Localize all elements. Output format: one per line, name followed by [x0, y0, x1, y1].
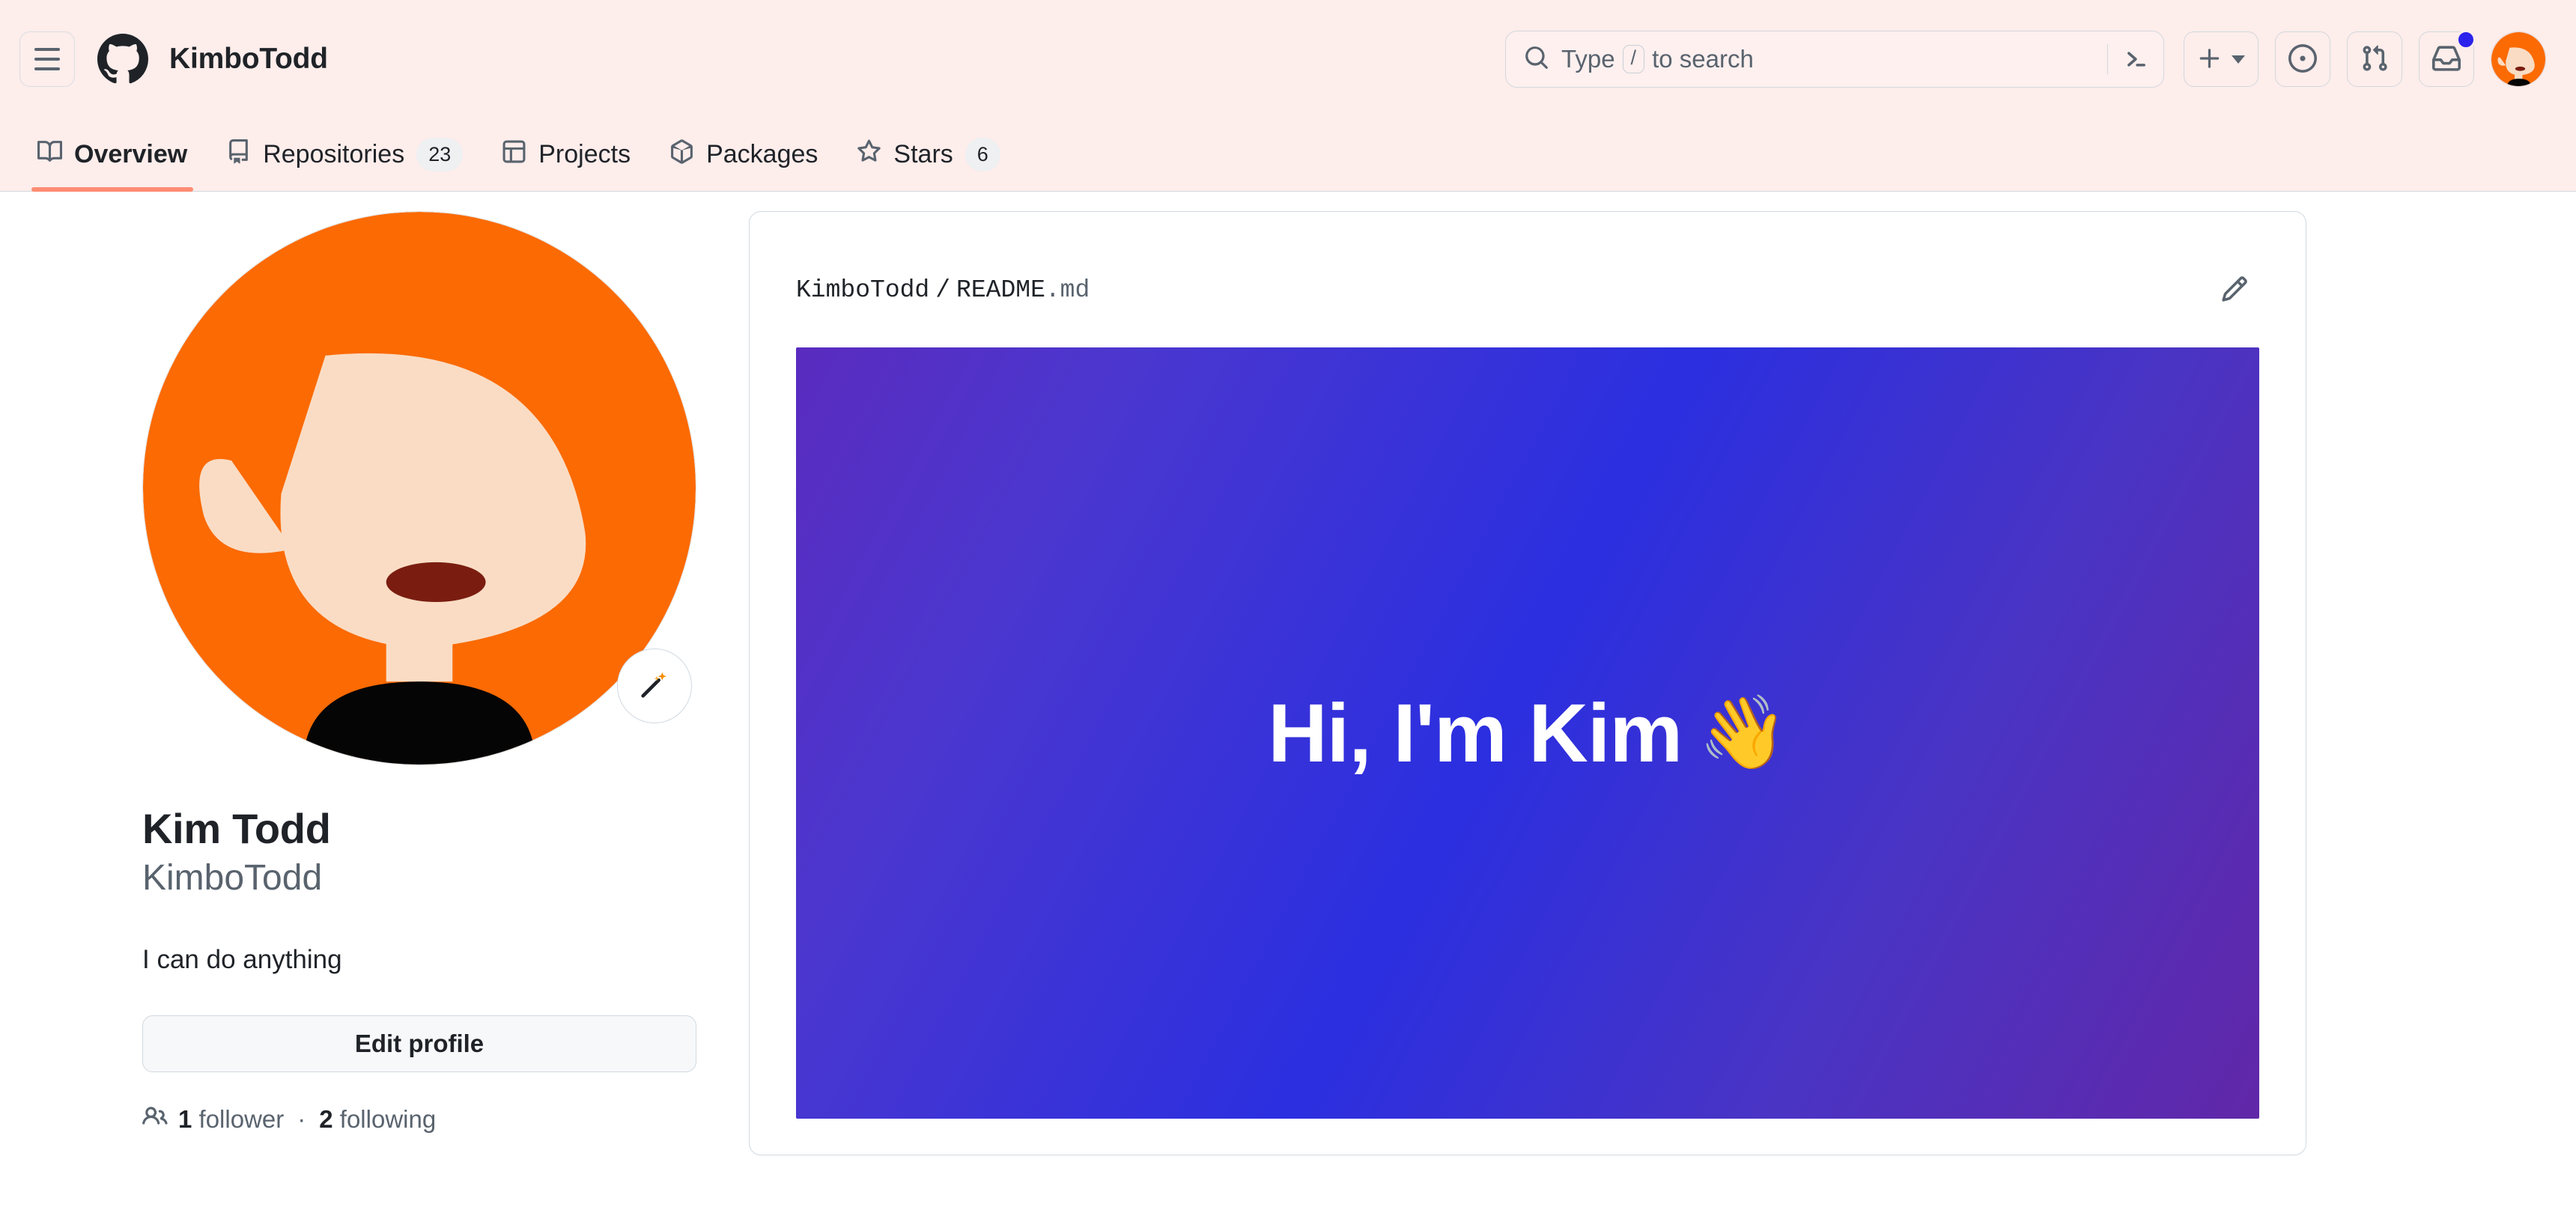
repo-icon — [226, 139, 251, 171]
profile-bio: I can do anything — [142, 945, 342, 975]
readme-extension: .md — [1045, 276, 1090, 304]
profile-login: KimboTodd — [142, 858, 323, 898]
waving-hand-icon: 👋 — [1698, 693, 1788, 773]
star-icon — [857, 139, 881, 171]
profile-sidebar: Kim Todd KimboTodd I can do anything Edi… — [0, 211, 749, 1135]
following-count: 2 — [319, 1104, 333, 1133]
tab-projects-label: Projects — [538, 140, 631, 168]
book-icon — [37, 139, 63, 171]
pencil-icon — [2220, 275, 2249, 305]
header-owner-name[interactable]: KimboTodd — [169, 43, 328, 76]
followers-separator: · — [297, 1104, 306, 1133]
issues-button[interactable] — [2275, 31, 2330, 87]
readme-owner[interactable]: KimboTodd — [796, 276, 929, 304]
tab-packages[interactable]: Packages — [650, 118, 837, 191]
search-slash-key: / — [1622, 45, 1645, 73]
tab-packages-label: Packages — [706, 140, 818, 168]
hamburger-icon-bar — [34, 58, 60, 61]
readme-hero-text: Hi, I'm Kim — [1268, 687, 1683, 779]
issue-opened-icon — [2288, 43, 2317, 75]
tab-stars-label: Stars — [893, 140, 953, 168]
plus-icon — [2197, 46, 2223, 73]
followers-link[interactable]: 1 follower — [178, 1105, 284, 1134]
profile-avatar-wrap — [142, 211, 696, 765]
git-pull-request-icon — [2360, 44, 2389, 75]
followers-count: 1 — [178, 1104, 192, 1133]
hamburger-menu-button[interactable] — [19, 31, 75, 87]
tab-overview-label: Overview — [74, 140, 188, 168]
readme-body: Hi, I'm Kim 👋 — [750, 310, 2306, 1119]
page-body: Kim Todd KimboTodd I can do anything Edi… — [0, 192, 2576, 1155]
readme-header: KimboTodd / README.md — [750, 212, 2306, 310]
profile-readme-card: KimboTodd / README.md Hi, I'm Kim 👋 — [749, 211, 2306, 1155]
tab-stars[interactable]: Stars 6 — [837, 118, 1019, 191]
people-icon — [142, 1104, 168, 1135]
package-icon — [669, 139, 694, 171]
readme-hero-banner: Hi, I'm Kim 👋 — [796, 347, 2259, 1119]
tab-repositories-count: 23 — [416, 138, 464, 171]
github-mark-icon[interactable] — [97, 34, 148, 85]
readme-filename[interactable]: README — [956, 276, 1045, 304]
following-label: following — [339, 1104, 437, 1133]
pull-requests-button[interactable] — [2347, 31, 2402, 87]
readme-edit-button[interactable] — [2216, 270, 2253, 310]
hamburger-icon-bar — [34, 67, 60, 70]
search-divider — [2107, 44, 2108, 74]
avatar-edit-badge[interactable] — [617, 648, 692, 723]
header-actions — [2184, 30, 2546, 87]
main-column: KimboTodd / README.md Hi, I'm Kim 👋 — [749, 211, 2576, 1155]
search-placeholder-suffix: to search — [1652, 45, 1754, 73]
search-placeholder-prefix: Type — [1561, 45, 1615, 73]
project-icon — [502, 139, 526, 171]
followers-following-line: 1 follower · 2 following — [142, 1104, 701, 1135]
inbox-icon — [2432, 44, 2461, 75]
user-avatar-button[interactable] — [2491, 31, 2546, 87]
notification-unread-dot — [2456, 30, 2476, 49]
tab-repositories[interactable]: Repositories 23 — [207, 118, 482, 191]
followers-label: follower — [198, 1104, 285, 1133]
tab-overview[interactable]: Overview — [18, 118, 207, 192]
readme-breadcrumb: KimboTodd / README.md — [796, 276, 1090, 304]
profile-full-name: Kim Todd — [142, 805, 331, 852]
tab-repositories-label: Repositories — [263, 140, 405, 168]
notifications-inbox-button[interactable] — [2419, 30, 2476, 87]
readme-separator: / — [935, 276, 951, 304]
edit-profile-button[interactable]: Edit profile — [142, 1015, 696, 1072]
search-placeholder: Type / to search — [1561, 45, 2095, 73]
app-header: KimboTodd Type / to search — [0, 0, 2576, 118]
chevron-down-icon — [2232, 55, 2245, 64]
tab-stars-count: 6 — [965, 138, 1000, 171]
search-icon — [1524, 45, 1549, 74]
create-new-button[interactable] — [2184, 31, 2258, 87]
profile-avatar[interactable] — [142, 211, 696, 765]
hamburger-icon-bar — [34, 48, 60, 51]
tab-projects[interactable]: Projects — [482, 118, 650, 191]
readme-hero-text-wrap: Hi, I'm Kim 👋 — [1268, 686, 1788, 781]
magic-wand-icon — [637, 667, 672, 705]
profile-nav: Overview Repositories 23 Projects Packag… — [0, 118, 2576, 192]
following-link[interactable]: 2 following — [319, 1105, 436, 1134]
terminal-prompt-icon[interactable] — [2123, 46, 2150, 73]
search-input[interactable]: Type / to search — [1505, 31, 2164, 88]
